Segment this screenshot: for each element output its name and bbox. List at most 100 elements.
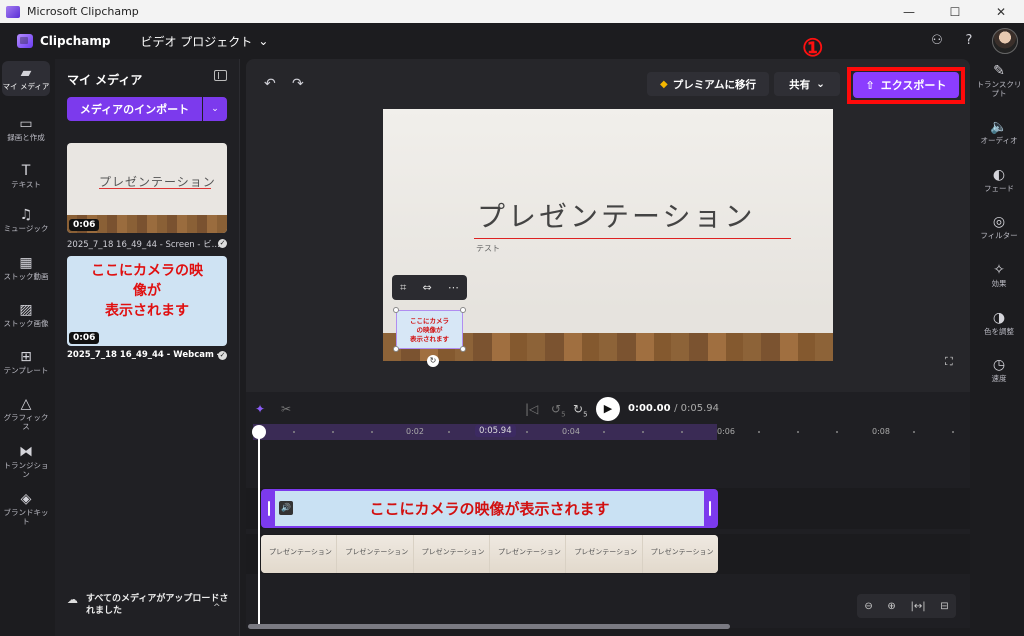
panel-fade[interactable]: ◐ フェード	[974, 167, 1024, 194]
minimize-button[interactable]: —	[886, 0, 932, 23]
clip-frame: プレゼンテーション	[489, 535, 567, 573]
resize-handle[interactable]	[393, 307, 399, 313]
undo-icon[interactable]: ↶	[264, 76, 276, 92]
panel-color-adjust[interactable]: ◑ 色を調整	[974, 310, 1024, 337]
zoom-controls: ⊖ ⊕ |↔| ⊟	[857, 594, 956, 618]
sidebar-item-label: ストック画像	[3, 319, 49, 328]
chevron-down-icon: ⌄	[258, 34, 269, 48]
forward-5-icon[interactable]: ↻5	[573, 402, 588, 418]
thumbnail-underline	[99, 188, 211, 189]
music-icon: ♫	[19, 207, 33, 223]
window-title: Microsoft Clipchamp	[27, 5, 139, 18]
panel-transcript[interactable]: ✎ トランスクリプト	[974, 63, 1024, 98]
timecode: 0:00.00 / 0:05.94	[628, 403, 719, 414]
slide-title: プレゼンテーション	[477, 200, 756, 233]
collaborate-icon[interactable]: ⚇	[928, 32, 946, 50]
close-button[interactable]: ✕	[978, 0, 1024, 23]
effects-icon: ✧	[993, 262, 1005, 278]
ruler-dot	[603, 431, 605, 433]
fit-icon[interactable]: ⇔	[422, 281, 431, 294]
import-media-button[interactable]: メディアのインポート	[67, 97, 202, 121]
sidebar-item-label: グラフィックス	[3, 413, 49, 431]
fit-timeline-icon[interactable]: |↔|	[910, 601, 925, 612]
media-panel-title: マイ メディア	[67, 73, 143, 87]
clip-label: ここにカメラの映像が表示されます	[369, 500, 610, 518]
ruler-dot	[371, 431, 373, 433]
screen-clip[interactable]: プレゼンテーション プレゼンテーション プレゼンテーション プレゼンテーション …	[261, 535, 718, 573]
expand-tracks-icon[interactable]: ⊟	[940, 601, 948, 612]
sidebar-item-templates[interactable]: ⊞ テンプレート	[2, 349, 50, 376]
ruler-dot	[526, 431, 528, 433]
webcam-overlay[interactable]: ここにカメラ の映像が 表示されます	[396, 310, 463, 349]
upload-icon: ⇧	[865, 78, 875, 92]
ruler-tick: 0:04	[562, 427, 580, 436]
ruler-dot	[758, 431, 760, 433]
fullscreen-icon[interactable]: ⛶	[945, 355, 953, 369]
panel-label: オーディオ	[980, 136, 1018, 145]
sidebar-item-brand-kit[interactable]: ◈ ブランドキット	[2, 491, 50, 526]
clip-trim-handle-left[interactable]	[263, 491, 275, 526]
sidebar-item-label: ストック動画	[3, 272, 49, 281]
volume-icon[interactable]: 🔊	[279, 501, 293, 515]
share-button[interactable]: 共有 ⌄	[774, 72, 840, 96]
media-filename: 2025_7_18 16_49_44 - Webcam - ...	[67, 350, 227, 360]
chevron-down-icon: ⌄	[816, 78, 825, 90]
help-icon[interactable]: ?	[960, 32, 978, 50]
panel-filters[interactable]: ◎ フィルター	[974, 214, 1024, 241]
import-dropdown-chevron-icon[interactable]: ⌄	[203, 97, 227, 121]
zoom-in-icon[interactable]: ⊕	[887, 601, 895, 612]
premium-upgrade-button[interactable]: ◆ プレミアムに移行	[647, 72, 769, 96]
collapse-panel-icon[interactable]	[214, 70, 227, 81]
sidebar-item-my-media[interactable]: ▰ マイ メディア	[2, 61, 50, 96]
panel-speed[interactable]: ◷ 速度	[974, 357, 1024, 384]
sidebar-item-transitions[interactable]: ⧓ トランジション	[2, 444, 50, 479]
media-thumbnail-webcam[interactable]: ここにカメラの映 像が 表示されます 0:06	[67, 256, 227, 346]
duration-badge: 0:06	[69, 219, 100, 231]
project-name-dropdown[interactable]: ビデオ プロジェクト ⌄	[140, 33, 268, 50]
timeline-ruler[interactable]: 0:02 0:05.94 0:04 0:06 0:08	[253, 424, 970, 440]
resize-handle[interactable]	[460, 307, 466, 313]
resize-handle[interactable]	[393, 346, 399, 352]
avatar[interactable]	[992, 28, 1018, 54]
chevron-up-icon[interactable]: ^	[213, 603, 221, 613]
ruler-dot	[293, 431, 295, 433]
skip-to-start-icon[interactable]: |◁	[525, 402, 538, 416]
media-thumbnail-screen[interactable]: プレゼンテーション 0:06	[67, 143, 227, 233]
sidebar-item-text[interactable]: T テキスト	[2, 163, 50, 190]
color-adjust-icon: ◑	[992, 310, 1006, 326]
rotate-icon[interactable]: ↻	[427, 355, 439, 367]
redo-icon[interactable]: ↷	[292, 76, 304, 92]
clip-trim-handle-right[interactable]	[704, 491, 716, 526]
panel-audio[interactable]: 🔈 オーディオ	[974, 119, 1024, 146]
maximize-button[interactable]: ☐	[932, 0, 978, 23]
panel-effects[interactable]: ✧ 効果	[974, 262, 1024, 289]
panel-label: フェード	[984, 184, 1014, 193]
sidebar-item-music[interactable]: ♫ ミュージック	[2, 207, 50, 234]
sidebar-item-label: 録画と作成	[7, 133, 45, 142]
slide-subtitle: テスト	[476, 244, 500, 253]
playhead-line[interactable]	[258, 430, 260, 628]
magic-sparkle-icon[interactable]: ✦	[255, 402, 265, 416]
timeline-panel: ✦ ✂ |◁ ↺5 ↻5 ▶ 0:00.00 / 0:05.94 0:02 0:…	[246, 392, 970, 628]
scissors-icon[interactable]: ✂	[281, 402, 291, 416]
crop-icon[interactable]: ⌗	[400, 281, 406, 295]
sidebar-item-stock-video[interactable]: ▦ ストック動画	[2, 255, 50, 282]
rewind-5-icon[interactable]: ↺5	[551, 402, 566, 418]
image-icon: ▨	[19, 302, 33, 318]
slide-underline	[474, 238, 791, 239]
more-options-icon[interactable]: ⋯	[448, 281, 459, 294]
play-button[interactable]: ▶	[596, 397, 620, 421]
sidebar-item-graphics[interactable]: △ グラフィックス	[2, 396, 50, 431]
webcam-clip[interactable]: 🔊 ここにカメラの映像が表示されます	[261, 489, 718, 528]
brand-name: Clipchamp	[40, 34, 111, 48]
sidebar-item-record[interactable]: ▭ 録画と作成	[2, 116, 50, 143]
transition-icon: ⧓	[19, 444, 33, 460]
upload-status: ☁ すべてのメディアがアップロードされました	[67, 593, 232, 617]
zoom-out-icon[interactable]: ⊖	[864, 601, 872, 612]
sidebar-item-stock-images[interactable]: ▨ ストック画像	[2, 302, 50, 329]
export-button[interactable]: ⇧ エクスポート	[853, 72, 959, 98]
timeline-scrollbar[interactable]	[248, 624, 730, 629]
resize-handle[interactable]	[460, 346, 466, 352]
playhead-end-label: 0:05.94	[475, 425, 516, 437]
clip-frame: プレゼンテーション	[566, 535, 643, 573]
